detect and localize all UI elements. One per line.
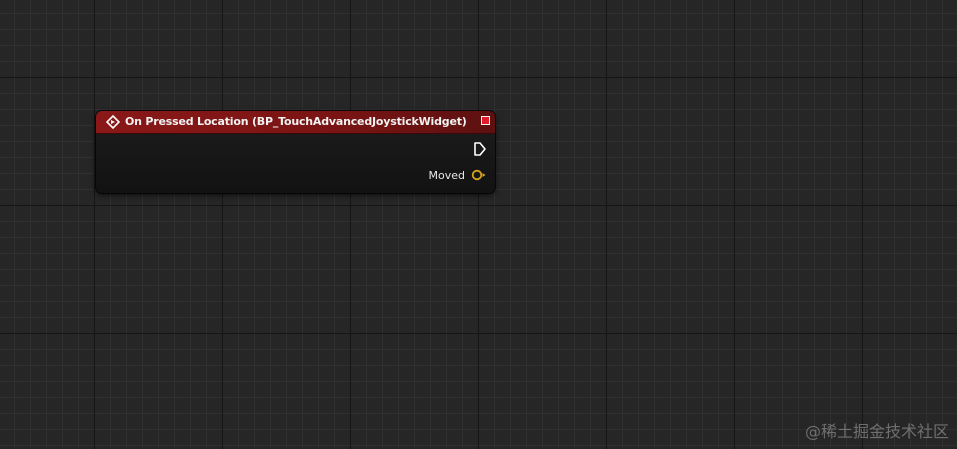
event-diamond-icon (106, 115, 120, 129)
event-node[interactable]: On Pressed Location (BP_TouchAdvancedJoy… (96, 111, 495, 193)
event-node-header[interactable]: On Pressed Location (BP_TouchAdvancedJoy… (96, 111, 495, 134)
event-node-title: On Pressed Location (BP_TouchAdvancedJoy… (125, 115, 467, 128)
watermark-text: @稀土掘金技术社区 (804, 422, 949, 441)
boolean-pin-icon[interactable] (471, 169, 486, 181)
blueprint-graph-canvas[interactable]: On Pressed Location (BP_TouchAdvancedJoy… (0, 0, 957, 449)
output-pin-row-moved[interactable]: Moved (429, 168, 486, 182)
event-node-body: Moved (96, 134, 495, 193)
output-pin-label: Moved (428, 168, 465, 182)
delegate-square-icon[interactable] (481, 116, 490, 125)
exec-output-arrow-icon[interactable] (473, 141, 487, 157)
